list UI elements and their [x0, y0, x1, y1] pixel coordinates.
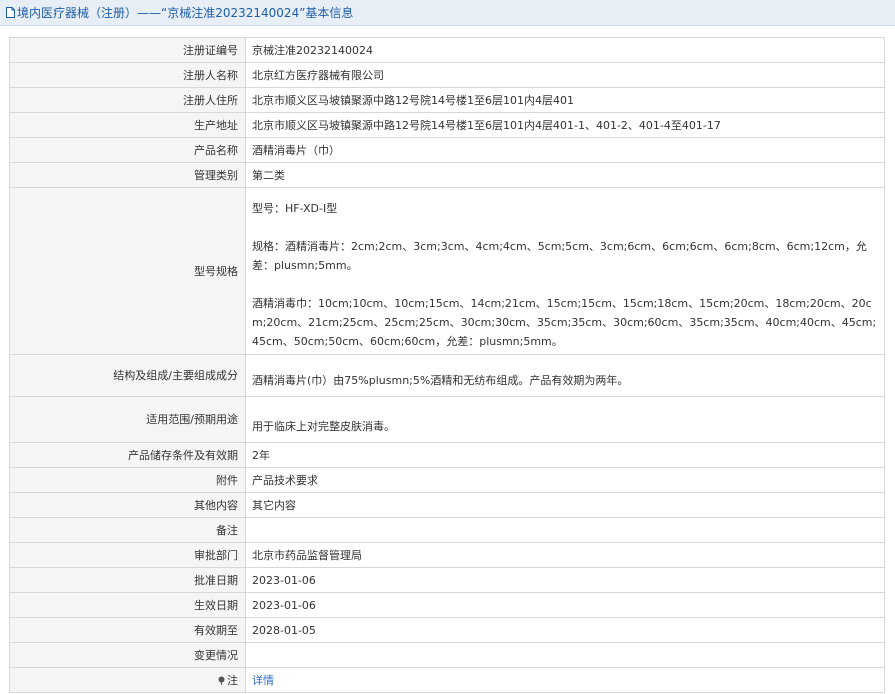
row-note: 注 详情 — [9, 667, 885, 693]
label-changes: 变更情况 — [9, 642, 246, 668]
value-effective-date: 2023-01-06 — [245, 592, 885, 618]
value-reg-no: 京械注准20232140024 — [245, 37, 885, 63]
value-attachment: 产品技术要求 — [245, 467, 885, 493]
label-effective-date: 生效日期 — [9, 592, 246, 618]
row-other: 其他内容 其它内容 — [9, 492, 885, 518]
pin-icon — [218, 676, 225, 685]
label-note: 注 — [9, 667, 246, 693]
label-remarks: 备注 — [9, 517, 246, 543]
label-product-name: 产品名称 — [9, 137, 246, 163]
document-icon — [6, 7, 15, 18]
label-storage: 产品储存条件及有效期 — [9, 442, 246, 468]
row-model-spec: 型号规格 型号：HF-XD-I型 规格：酒精消毒片：2cm;2cm、3cm;3c… — [9, 187, 885, 355]
row-product-name: 产品名称 酒精消毒片（巾） — [9, 137, 885, 163]
row-registrant-address: 注册人住所 北京市顺义区马坡镇聚源中路12号院14号楼1至6层101内4层401 — [9, 87, 885, 113]
label-category: 管理类别 — [9, 162, 246, 188]
row-changes: 变更情况 — [9, 642, 885, 668]
page-title: 境内医疗器械（注册）——“京械注准20232140024”基本信息 — [17, 6, 354, 20]
label-intended-use: 适用范围/预期用途 — [9, 396, 246, 443]
label-registrant-address: 注册人住所 — [9, 87, 246, 113]
spec-spacer — [252, 218, 880, 237]
row-approval-date: 批准日期 2023-01-06 — [9, 567, 885, 593]
row-storage: 产品储存条件及有效期 2年 — [9, 442, 885, 468]
label-approval-date: 批准日期 — [9, 567, 246, 593]
label-approval-dept: 审批部门 — [9, 542, 246, 568]
label-model-spec: 型号规格 — [9, 187, 246, 355]
value-category: 第二类 — [245, 162, 885, 188]
row-reg-no: 注册证编号 京械注准20232140024 — [9, 37, 885, 63]
label-attachment: 附件 — [9, 467, 246, 493]
spec-towel: 酒精消毒巾：10cm;10cm、10cm;15cm、14cm;21cm、15cm… — [252, 297, 877, 348]
row-effective-date: 生效日期 2023-01-06 — [9, 592, 885, 618]
value-approval-dept: 北京市药品监督管理局 — [245, 542, 885, 568]
row-category: 管理类别 第二类 — [9, 162, 885, 188]
value-storage: 2年 — [245, 442, 885, 468]
details-link[interactable]: 详情 — [252, 674, 274, 687]
row-expiry-date: 有效期至 2028-01-05 — [9, 617, 885, 643]
value-note: 详情 — [245, 667, 885, 693]
value-remarks — [245, 517, 885, 543]
note-label-text: 注 — [227, 673, 238, 687]
value-product-name: 酒精消毒片（巾） — [245, 137, 885, 163]
row-intended-use: 适用范围/预期用途 用于临床上对完整皮肤消毒。 — [9, 396, 885, 443]
label-reg-no: 注册证编号 — [9, 37, 246, 63]
value-expiry-date: 2028-01-05 — [245, 617, 885, 643]
value-intended-use: 用于临床上对完整皮肤消毒。 — [245, 396, 885, 443]
label-production-address: 生产地址 — [9, 112, 246, 138]
row-composition: 结构及组成/主要组成成分 酒精消毒片(巾）由75%plusmn;5%酒精和无纺布… — [9, 354, 885, 397]
spec-tablet: 规格：酒精消毒片：2cm;2cm、3cm;3cm、4cm;4cm、5cm;5cm… — [252, 240, 867, 272]
label-registrant: 注册人名称 — [9, 62, 246, 88]
row-production-address: 生产地址 北京市顺义区马坡镇聚源中路12号院14号楼1至6层101内4层401-… — [9, 112, 885, 138]
label-other: 其他内容 — [9, 492, 246, 518]
value-composition: 酒精消毒片(巾）由75%plusmn;5%酒精和无纺布组成。产品有效期为两年。 — [245, 354, 885, 397]
registration-detail-table: 注册证编号 京械注准20232140024 注册人名称 北京红方医疗器械有限公司… — [9, 37, 885, 693]
value-production-address: 北京市顺义区马坡镇聚源中路12号院14号楼1至6层101内4层401-1、401… — [245, 112, 885, 138]
value-changes — [245, 642, 885, 668]
value-other: 其它内容 — [245, 492, 885, 518]
label-composition: 结构及组成/主要组成成分 — [9, 354, 246, 397]
value-registrant: 北京红方医疗器械有限公司 — [245, 62, 885, 88]
row-approval-dept: 审批部门 北京市药品监督管理局 — [9, 542, 885, 568]
value-approval-date: 2023-01-06 — [245, 567, 885, 593]
row-attachment: 附件 产品技术要求 — [9, 467, 885, 493]
spec-model: 型号：HF-XD-I型 — [252, 202, 338, 215]
page-title-bar: 境内医疗器械（注册）——“京械注准20232140024”基本信息 — [0, 0, 895, 26]
value-registrant-address: 北京市顺义区马坡镇聚源中路12号院14号楼1至6层101内4层401 — [245, 87, 885, 113]
value-model-spec: 型号：HF-XD-I型 规格：酒精消毒片：2cm;2cm、3cm;3cm、4cm… — [245, 187, 885, 355]
row-remarks: 备注 — [9, 517, 885, 543]
row-registrant: 注册人名称 北京红方医疗器械有限公司 — [9, 62, 885, 88]
label-expiry-date: 有效期至 — [9, 617, 246, 643]
spec-spacer — [252, 275, 880, 294]
